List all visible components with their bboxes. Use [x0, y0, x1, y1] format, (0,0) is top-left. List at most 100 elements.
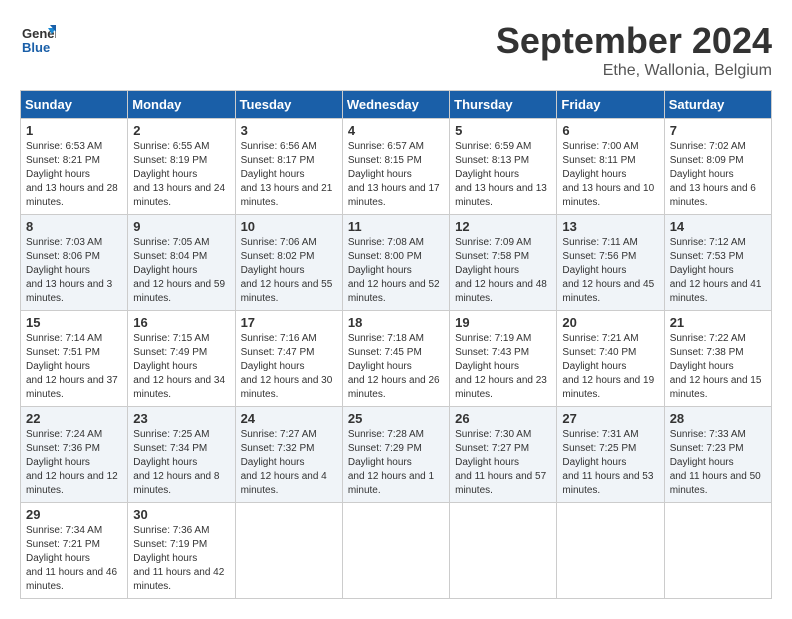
- day-info: Sunrise: 7:00 AM Sunset: 8:11 PM Dayligh…: [562, 140, 658, 210]
- calendar-week-row: 22 Sunrise: 7:24 AM Sunset: 7:36 PM Dayl…: [21, 407, 772, 503]
- day-number: 22: [26, 411, 122, 426]
- calendar-cell: 1 Sunrise: 6:53 AM Sunset: 8:21 PM Dayli…: [21, 119, 128, 215]
- day-number: 3: [241, 123, 337, 138]
- day-number: 24: [241, 411, 337, 426]
- day-info: Sunrise: 7:05 AM Sunset: 8:04 PM Dayligh…: [133, 236, 229, 306]
- calendar-cell: 9 Sunrise: 7:05 AM Sunset: 8:04 PM Dayli…: [128, 215, 235, 311]
- weekday-header: Wednesday: [342, 91, 449, 119]
- calendar-cell: 28 Sunrise: 7:33 AM Sunset: 7:23 PM Dayl…: [664, 407, 771, 503]
- calendar-cell: 7 Sunrise: 7:02 AM Sunset: 8:09 PM Dayli…: [664, 119, 771, 215]
- calendar-cell: 13 Sunrise: 7:11 AM Sunset: 7:56 PM Dayl…: [557, 215, 664, 311]
- weekday-header: Thursday: [450, 91, 557, 119]
- title-block: September 2024 Ethe, Wallonia, Belgium: [496, 20, 772, 80]
- day-info: Sunrise: 7:21 AM Sunset: 7:40 PM Dayligh…: [562, 332, 658, 402]
- day-number: 12: [455, 219, 551, 234]
- day-info: Sunrise: 7:14 AM Sunset: 7:51 PM Dayligh…: [26, 332, 122, 402]
- calendar-cell: 17 Sunrise: 7:16 AM Sunset: 7:47 PM Dayl…: [235, 311, 342, 407]
- day-info: Sunrise: 7:16 AM Sunset: 7:47 PM Dayligh…: [241, 332, 337, 402]
- calendar-cell: 5 Sunrise: 6:59 AM Sunset: 8:13 PM Dayli…: [450, 119, 557, 215]
- calendar-cell: 23 Sunrise: 7:25 AM Sunset: 7:34 PM Dayl…: [128, 407, 235, 503]
- calendar-cell: [664, 503, 771, 599]
- day-number: 21: [670, 315, 766, 330]
- calendar-cell: 16 Sunrise: 7:15 AM Sunset: 7:49 PM Dayl…: [128, 311, 235, 407]
- page-header: General Blue September 2024 Ethe, Wallon…: [20, 20, 772, 80]
- calendar-cell: 19 Sunrise: 7:19 AM Sunset: 7:43 PM Dayl…: [450, 311, 557, 407]
- day-info: Sunrise: 7:24 AM Sunset: 7:36 PM Dayligh…: [26, 428, 122, 498]
- calendar-cell: [235, 503, 342, 599]
- calendar-cell: [450, 503, 557, 599]
- location-title: Ethe, Wallonia, Belgium: [496, 62, 772, 80]
- calendar-cell: 10 Sunrise: 7:06 AM Sunset: 8:02 PM Dayl…: [235, 215, 342, 311]
- calendar-header-row: SundayMondayTuesdayWednesdayThursdayFrid…: [21, 91, 772, 119]
- calendar-cell: 24 Sunrise: 7:27 AM Sunset: 7:32 PM Dayl…: [235, 407, 342, 503]
- day-info: Sunrise: 7:36 AM Sunset: 7:19 PM Dayligh…: [133, 524, 229, 594]
- day-info: Sunrise: 7:33 AM Sunset: 7:23 PM Dayligh…: [670, 428, 766, 498]
- day-info: Sunrise: 6:56 AM Sunset: 8:17 PM Dayligh…: [241, 140, 337, 210]
- day-number: 27: [562, 411, 658, 426]
- calendar-cell: [557, 503, 664, 599]
- day-number: 5: [455, 123, 551, 138]
- day-info: Sunrise: 7:06 AM Sunset: 8:02 PM Dayligh…: [241, 236, 337, 306]
- calendar-cell: 11 Sunrise: 7:08 AM Sunset: 8:00 PM Dayl…: [342, 215, 449, 311]
- calendar-cell: [342, 503, 449, 599]
- day-info: Sunrise: 7:22 AM Sunset: 7:38 PM Dayligh…: [670, 332, 766, 402]
- calendar-cell: 8 Sunrise: 7:03 AM Sunset: 8:06 PM Dayli…: [21, 215, 128, 311]
- day-info: Sunrise: 7:03 AM Sunset: 8:06 PM Dayligh…: [26, 236, 122, 306]
- day-info: Sunrise: 7:15 AM Sunset: 7:49 PM Dayligh…: [133, 332, 229, 402]
- calendar-cell: 14 Sunrise: 7:12 AM Sunset: 7:53 PM Dayl…: [664, 215, 771, 311]
- calendar-cell: 26 Sunrise: 7:30 AM Sunset: 7:27 PM Dayl…: [450, 407, 557, 503]
- calendar-cell: 2 Sunrise: 6:55 AM Sunset: 8:19 PM Dayli…: [128, 119, 235, 215]
- day-info: Sunrise: 7:11 AM Sunset: 7:56 PM Dayligh…: [562, 236, 658, 306]
- calendar-table: SundayMondayTuesdayWednesdayThursdayFrid…: [20, 90, 772, 599]
- day-info: Sunrise: 7:18 AM Sunset: 7:45 PM Dayligh…: [348, 332, 444, 402]
- logo-icon: General Blue: [20, 20, 56, 56]
- calendar-cell: 3 Sunrise: 6:56 AM Sunset: 8:17 PM Dayli…: [235, 119, 342, 215]
- month-title: September 2024: [496, 20, 772, 62]
- calendar-cell: 4 Sunrise: 6:57 AM Sunset: 8:15 PM Dayli…: [342, 119, 449, 215]
- calendar-cell: 12 Sunrise: 7:09 AM Sunset: 7:58 PM Dayl…: [450, 215, 557, 311]
- day-info: Sunrise: 7:25 AM Sunset: 7:34 PM Dayligh…: [133, 428, 229, 498]
- day-number: 29: [26, 507, 122, 522]
- calendar-cell: 15 Sunrise: 7:14 AM Sunset: 7:51 PM Dayl…: [21, 311, 128, 407]
- day-info: Sunrise: 6:57 AM Sunset: 8:15 PM Dayligh…: [348, 140, 444, 210]
- day-number: 13: [562, 219, 658, 234]
- logo: General Blue: [20, 20, 56, 56]
- calendar-cell: 30 Sunrise: 7:36 AM Sunset: 7:19 PM Dayl…: [128, 503, 235, 599]
- day-number: 17: [241, 315, 337, 330]
- svg-text:Blue: Blue: [22, 40, 50, 55]
- day-number: 20: [562, 315, 658, 330]
- day-info: Sunrise: 7:27 AM Sunset: 7:32 PM Dayligh…: [241, 428, 337, 498]
- calendar-body: 1 Sunrise: 6:53 AM Sunset: 8:21 PM Dayli…: [21, 119, 772, 599]
- calendar-cell: 18 Sunrise: 7:18 AM Sunset: 7:45 PM Dayl…: [342, 311, 449, 407]
- weekday-header: Saturday: [664, 91, 771, 119]
- day-number: 19: [455, 315, 551, 330]
- calendar-cell: 27 Sunrise: 7:31 AM Sunset: 7:25 PM Dayl…: [557, 407, 664, 503]
- day-info: Sunrise: 6:59 AM Sunset: 8:13 PM Dayligh…: [455, 140, 551, 210]
- day-info: Sunrise: 7:30 AM Sunset: 7:27 PM Dayligh…: [455, 428, 551, 498]
- day-info: Sunrise: 7:09 AM Sunset: 7:58 PM Dayligh…: [455, 236, 551, 306]
- day-number: 2: [133, 123, 229, 138]
- weekday-header: Friday: [557, 91, 664, 119]
- day-number: 6: [562, 123, 658, 138]
- day-number: 7: [670, 123, 766, 138]
- day-number: 10: [241, 219, 337, 234]
- calendar-cell: 20 Sunrise: 7:21 AM Sunset: 7:40 PM Dayl…: [557, 311, 664, 407]
- day-info: Sunrise: 7:28 AM Sunset: 7:29 PM Dayligh…: [348, 428, 444, 498]
- calendar-week-row: 1 Sunrise: 6:53 AM Sunset: 8:21 PM Dayli…: [21, 119, 772, 215]
- day-number: 4: [348, 123, 444, 138]
- day-info: Sunrise: 7:31 AM Sunset: 7:25 PM Dayligh…: [562, 428, 658, 498]
- day-number: 25: [348, 411, 444, 426]
- calendar-cell: 6 Sunrise: 7:00 AM Sunset: 8:11 PM Dayli…: [557, 119, 664, 215]
- day-number: 14: [670, 219, 766, 234]
- day-number: 15: [26, 315, 122, 330]
- calendar-week-row: 8 Sunrise: 7:03 AM Sunset: 8:06 PM Dayli…: [21, 215, 772, 311]
- day-info: Sunrise: 7:34 AM Sunset: 7:21 PM Dayligh…: [26, 524, 122, 594]
- calendar-cell: 29 Sunrise: 7:34 AM Sunset: 7:21 PM Dayl…: [21, 503, 128, 599]
- day-number: 1: [26, 123, 122, 138]
- weekday-header: Sunday: [21, 91, 128, 119]
- day-number: 28: [670, 411, 766, 426]
- day-number: 16: [133, 315, 229, 330]
- day-info: Sunrise: 6:55 AM Sunset: 8:19 PM Dayligh…: [133, 140, 229, 210]
- day-number: 26: [455, 411, 551, 426]
- calendar-cell: 25 Sunrise: 7:28 AM Sunset: 7:29 PM Dayl…: [342, 407, 449, 503]
